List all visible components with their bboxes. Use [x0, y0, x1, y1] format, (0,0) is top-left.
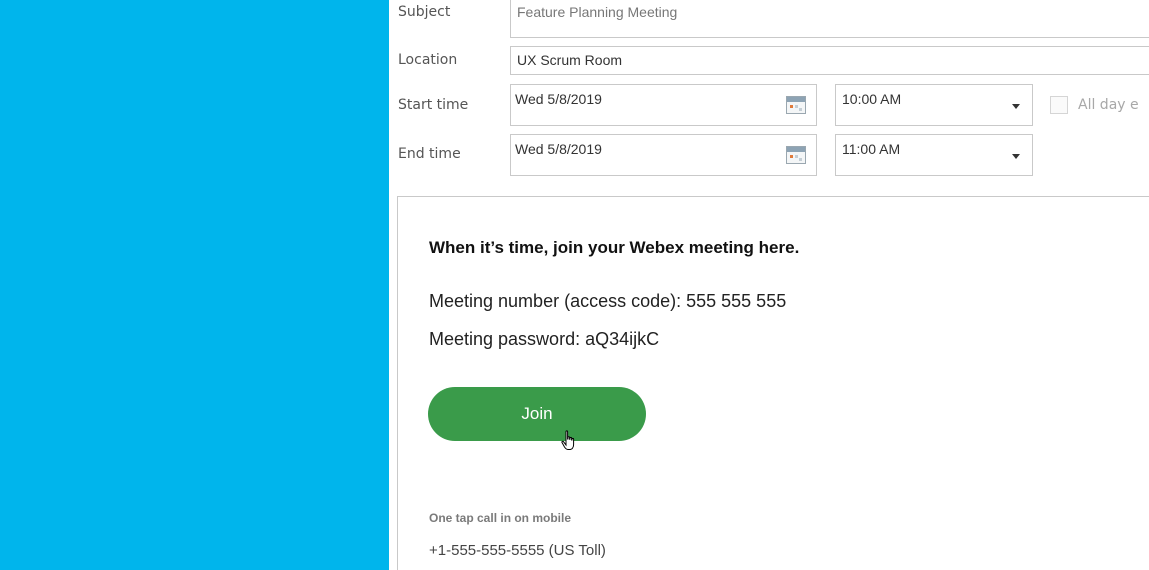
one-tap-label: One tap call in on mobile — [429, 511, 572, 525]
blue-side-panel — [0, 0, 389, 570]
phone-number[interactable]: +1-555-555-5555 (US Toll) — [429, 542, 606, 559]
subject-label: Subject — [398, 4, 451, 20]
all-day-checkbox[interactable] — [1050, 96, 1068, 114]
meeting-body-editor[interactable]: When it’s time, join your Webex meeting … — [397, 196, 1149, 570]
meeting-password: Meeting password: aQ34ijkC — [429, 329, 660, 349]
subject-input[interactable]: Feature Planning Meeting — [510, 0, 1149, 38]
location-input[interactable]: UX Scrum Room — [510, 46, 1149, 75]
join-button[interactable]: Join — [428, 387, 646, 441]
start-date-field[interactable]: Wed 5/8/2019 — [510, 84, 817, 126]
end-date-field[interactable]: Wed 5/8/2019 — [510, 134, 817, 176]
hand-pointer-icon — [561, 430, 575, 450]
screen: Subject Feature Planning Meeting Locatio… — [0, 0, 1149, 570]
end-time-label: End time — [398, 146, 461, 162]
end-time-value: 11:00 AM — [842, 141, 901, 157]
calendar-icon[interactable] — [786, 146, 806, 164]
start-date-value: Wed 5/8/2019 — [515, 91, 602, 107]
location-label: Location — [398, 52, 458, 68]
calendar-icon[interactable] — [786, 96, 806, 114]
end-time-dropdown[interactable]: 11:00 AM — [835, 134, 1033, 176]
join-heading: When it’s time, join your Webex meeting … — [429, 238, 800, 257]
chevron-down-icon[interactable] — [1012, 104, 1020, 109]
start-time-label: Start time — [398, 97, 469, 113]
meeting-form-window: Subject Feature Planning Meeting Locatio… — [389, 0, 1149, 570]
end-date-value: Wed 5/8/2019 — [515, 141, 602, 157]
meeting-number: Meeting number (access code): 555 555 55… — [429, 291, 787, 311]
start-time-dropdown[interactable]: 10:00 AM — [835, 84, 1033, 126]
chevron-down-icon[interactable] — [1012, 154, 1020, 159]
all-day-label: All day e — [1078, 97, 1139, 113]
start-time-value: 10:00 AM — [842, 91, 902, 107]
